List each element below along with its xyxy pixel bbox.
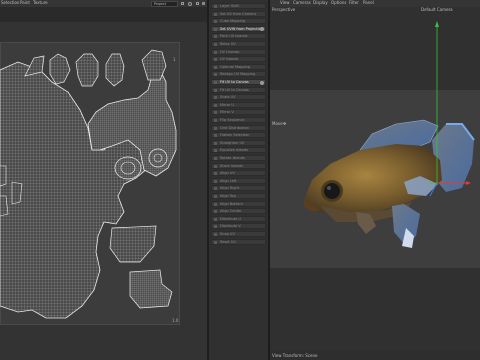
fish-model[interactable] [0,0,480,360]
